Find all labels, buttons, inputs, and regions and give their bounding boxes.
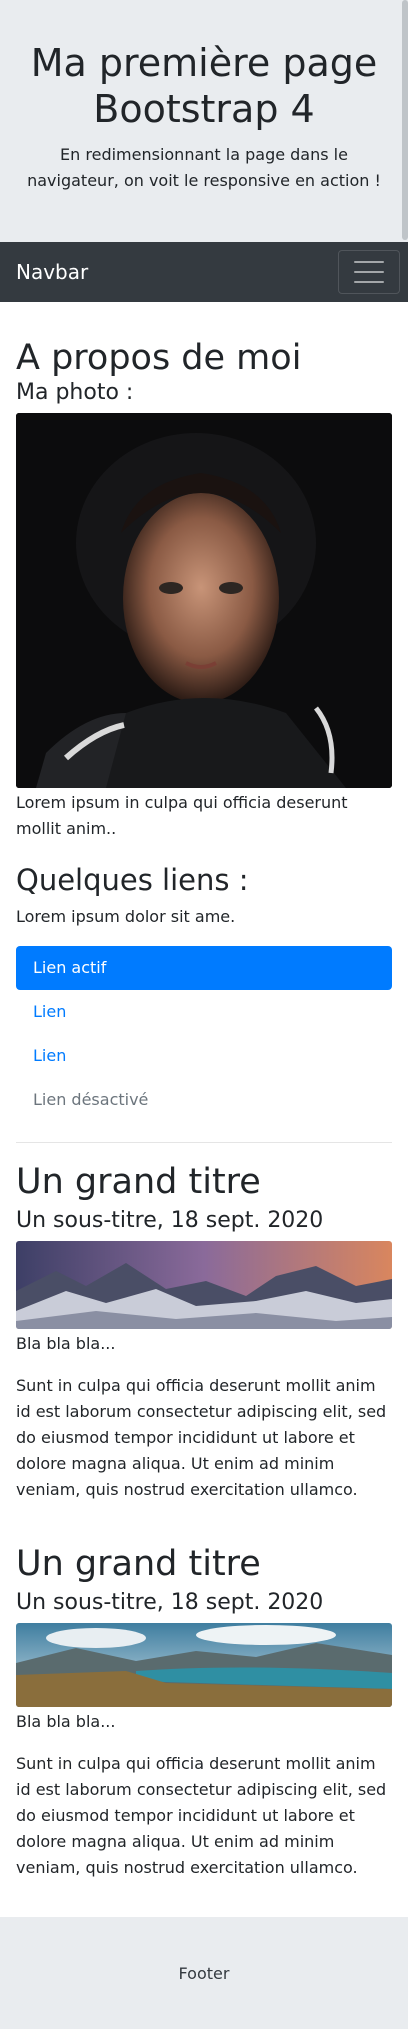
article-image-mountains-sunset bbox=[16, 1241, 392, 1329]
list-item-disabled-link: Lien désactivé bbox=[33, 1090, 149, 1109]
jumbotron-lead: En redimensionnant la page dans le navig… bbox=[27, 145, 381, 190]
article-title: Un grand titre bbox=[16, 1162, 261, 1202]
page-title: Ma première page Bootstrap 4 bbox=[30, 41, 378, 131]
list-item-link[interactable]: Lien bbox=[16, 990, 392, 1034]
lake-landscape-image bbox=[16, 1623, 392, 1707]
list-item-link[interactable]: Lien bbox=[16, 1034, 392, 1078]
article-image-caption: Bla bla bla... bbox=[16, 1712, 116, 1731]
article-body: Sunt in culpa qui officia deserunt molli… bbox=[16, 1754, 387, 1877]
links-title: Quelques liens : bbox=[16, 863, 249, 897]
mountain-landscape-image bbox=[16, 1241, 392, 1329]
profile-photo bbox=[16, 413, 392, 788]
footer: Footer bbox=[0, 1917, 408, 2029]
links-intro: Lorem ipsum dolor sit ame. bbox=[16, 907, 236, 926]
article-image-lake-valley bbox=[16, 1623, 392, 1707]
divider bbox=[16, 1142, 392, 1143]
article-subtitle: Un sous-titre, 18 sept. 2020 bbox=[16, 1590, 324, 1615]
article-body: Sunt in culpa qui officia deserunt molli… bbox=[16, 1376, 387, 1499]
article-card: Un grand titre Un sous-titre, 18 sept. 2… bbox=[16, 1161, 392, 1503]
article-title: Un grand titre bbox=[16, 1544, 261, 1584]
article-subtitle: Un sous-titre, 18 sept. 2020 bbox=[16, 1208, 324, 1233]
navbar-brand[interactable]: Navbar bbox=[16, 260, 88, 284]
list-item-active-link[interactable]: Lien actif bbox=[16, 946, 392, 990]
article-image-caption: Bla bla bla... bbox=[16, 1334, 116, 1353]
footer-text: Footer bbox=[178, 1963, 230, 1983]
article-card: Un grand titre Un sous-titre, 18 sept. 2… bbox=[16, 1543, 392, 1881]
portrait-image bbox=[16, 413, 392, 788]
navbar-toggler-button[interactable] bbox=[338, 250, 400, 294]
navbar: Navbar bbox=[0, 242, 408, 302]
photo-caption: Lorem ipsum in culpa qui officia deserun… bbox=[16, 793, 348, 838]
photo-label: Ma photo : bbox=[16, 380, 134, 405]
link-list: Lien actif Lien Lien Lien désactivé bbox=[16, 946, 392, 1122]
main-content: A propos de moi Ma photo : Lorem ipsum i… bbox=[0, 337, 408, 1881]
hamburger-menu-icon bbox=[354, 261, 384, 283]
jumbotron: Ma première page Bootstrap 4 En redimens… bbox=[0, 0, 408, 242]
about-title: A propos de moi bbox=[16, 338, 302, 378]
page-scrollbar[interactable] bbox=[402, 0, 408, 240]
